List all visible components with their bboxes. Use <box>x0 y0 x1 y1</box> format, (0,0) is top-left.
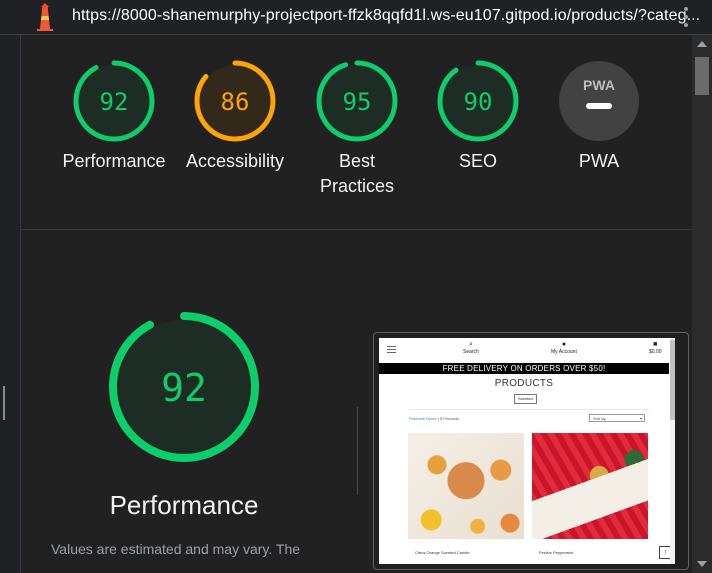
scented-filter-button: Scented <box>514 394 537 404</box>
accessibility-score-ring: 86 <box>194 60 276 142</box>
gauge-performance[interactable]: 92 Performance <box>54 59 174 174</box>
section-separator <box>357 407 358 495</box>
gauge-accessibility[interactable]: 86 Accessibility <box>175 59 295 174</box>
lighthouse-icon <box>37 3 53 31</box>
seo-score-ring: 90 <box>437 60 519 142</box>
gauge-seo[interactable]: 90 SEO <box>418 59 538 174</box>
product-name: Citrus Orange Scented Candle <box>415 550 470 555</box>
screenshot-scrollbar <box>670 338 675 564</box>
performance-title: Performance <box>109 490 259 520</box>
products-home-link: Products Home <box>409 416 437 421</box>
pwa-badge-icon: PWA <box>559 61 639 141</box>
gauge-label: Best Practices <box>319 151 395 196</box>
performance-main-gauge: 92 <box>109 312 259 462</box>
browser-toolbar: https://8000-shanemurphy-projectport-ffz… <box>0 0 712 35</box>
search-icon: ⌕ <box>468 341 473 348</box>
user-icon: ● <box>561 341 567 348</box>
content-divider <box>409 409 649 410</box>
site-navbar: ⌕ Search ● My Account ■ $0.00 <box>379 338 669 362</box>
kebab-menu-icon[interactable] <box>681 7 691 29</box>
shopping-bag-icon: ■ <box>653 341 658 348</box>
best-practices-score: 95 <box>343 88 372 116</box>
section-divider <box>21 229 693 230</box>
final-screenshot: ⌕ Search ● My Account ■ $0.00 FREE DELIVERY… <box>379 338 675 564</box>
url-text[interactable]: https://8000-shanemurphy-projectport-ffz… <box>72 7 700 25</box>
product-count-text: | 5 Products <box>436 416 459 421</box>
performance-score: 92 <box>100 88 129 116</box>
score-gauges: 92 Performance 86 Accessibility 95 Best … <box>21 35 693 229</box>
panel-resize-handle[interactable] <box>3 386 5 420</box>
product-image-citrus-candle <box>408 433 524 539</box>
delivery-banner: FREE DELIVERY ON ORDERS OVER $50! <box>379 363 669 374</box>
gauge-label: SEO <box>458 151 497 171</box>
estimate-note: Values are estimated and may vary. The <box>51 541 301 557</box>
gauge-label: Performance <box>62 151 166 171</box>
product-image-peppermint <box>532 433 648 539</box>
final-screenshot-frame[interactable]: ⌕ Search ● My Account ■ $0.00 FREE DELIVERY… <box>373 332 689 570</box>
nav-account: ● My Account <box>551 341 577 355</box>
scroll-up-icon <box>697 41 707 47</box>
sort-select: Sort by... ▾ <box>589 414 645 422</box>
accessibility-score: 86 <box>221 88 250 116</box>
chevron-down-icon: ▾ <box>639 416 642 421</box>
scrollbar-thumb[interactable] <box>695 57 709 95</box>
gauge-label: PWA <box>578 151 620 171</box>
lighthouse-report: 92 Performance 86 Accessibility 95 Best … <box>20 35 694 573</box>
gauge-best-practices[interactable]: 95 Best Practices <box>297 59 417 199</box>
gauge-pwa[interactable]: PWA PWA <box>539 59 659 174</box>
best-practices-score-ring: 95 <box>316 60 398 142</box>
products-heading: PRODUCTS <box>494 378 554 389</box>
hamburger-menu-icon <box>387 346 396 353</box>
performance-score-ring: 92 <box>73 60 155 142</box>
gauge-label: Accessibility <box>185 151 285 171</box>
window-scrollbar[interactable] <box>692 35 712 573</box>
seo-score: 90 <box>464 88 493 116</box>
svg-text:PWA: PWA <box>583 77 615 93</box>
product-count: Products Home | 5 Products <box>409 416 459 421</box>
nav-bag: ■ $0.00 <box>649 341 662 355</box>
nav-search: ⌕ Search <box>463 341 479 355</box>
scroll-down-icon <box>697 561 707 567</box>
performance-main-score: 92 <box>161 366 207 410</box>
product-name: Festive Peppermint <box>539 550 574 555</box>
